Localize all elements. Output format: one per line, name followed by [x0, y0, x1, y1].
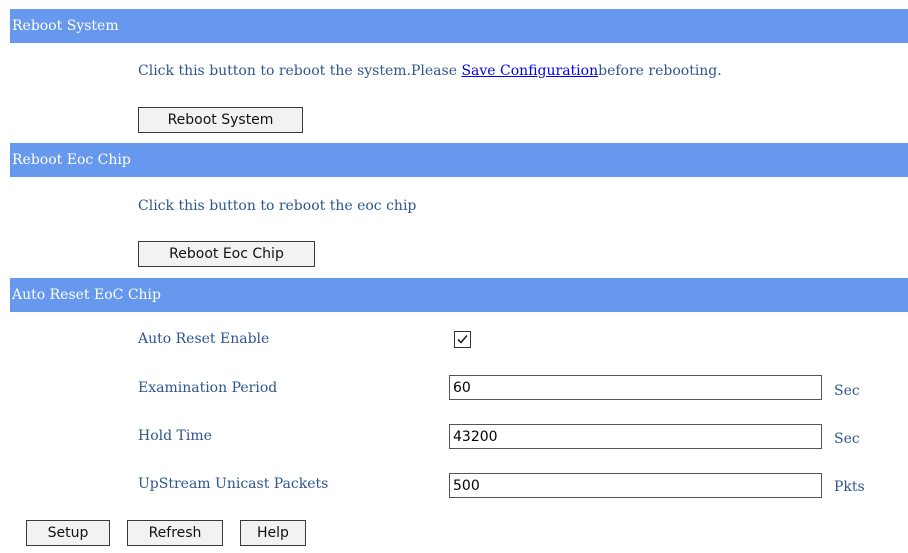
refresh-button[interactable]: Refresh	[127, 520, 223, 546]
examination-period-input[interactable]	[449, 375, 822, 400]
help-button[interactable]: Help	[240, 520, 306, 546]
reboot-eoc-description: Click this button to reboot the eoc chip	[138, 198, 417, 214]
reboot-eoc-button[interactable]: Reboot Eoc Chip	[138, 241, 315, 267]
upstream-packets-unit: Pkts	[834, 479, 865, 495]
reboot-system-button[interactable]: Reboot System	[138, 107, 303, 133]
auto-reset-enable-checkbox[interactable]	[454, 331, 471, 348]
setup-button[interactable]: Setup	[26, 520, 110, 546]
checkmark-icon	[457, 334, 468, 344]
hold-time-label: Hold Time	[138, 428, 212, 444]
reboot-system-header: Reboot System	[10, 9, 908, 43]
examination-period-unit: Sec	[834, 383, 860, 399]
hold-time-input[interactable]	[449, 424, 822, 449]
auto-reset-header: Auto Reset EoC Chip	[10, 278, 908, 312]
reboot-system-text: Click this button to reboot the system.P…	[138, 63, 462, 79]
auto-reset-enable-label: Auto Reset Enable	[138, 331, 270, 347]
reboot-system-text-after: before rebooting.	[598, 63, 722, 79]
reboot-system-description: Click this button to reboot the system.P…	[138, 63, 722, 79]
hold-time-unit: Sec	[834, 431, 860, 447]
upstream-packets-label: UpStream Unicast Packets	[138, 476, 329, 492]
save-configuration-link[interactable]: Save Configuration	[461, 63, 598, 79]
reboot-eoc-header: Reboot Eoc Chip	[10, 143, 908, 177]
examination-period-label: Examination Period	[138, 380, 278, 396]
upstream-packets-input[interactable]	[449, 473, 822, 498]
